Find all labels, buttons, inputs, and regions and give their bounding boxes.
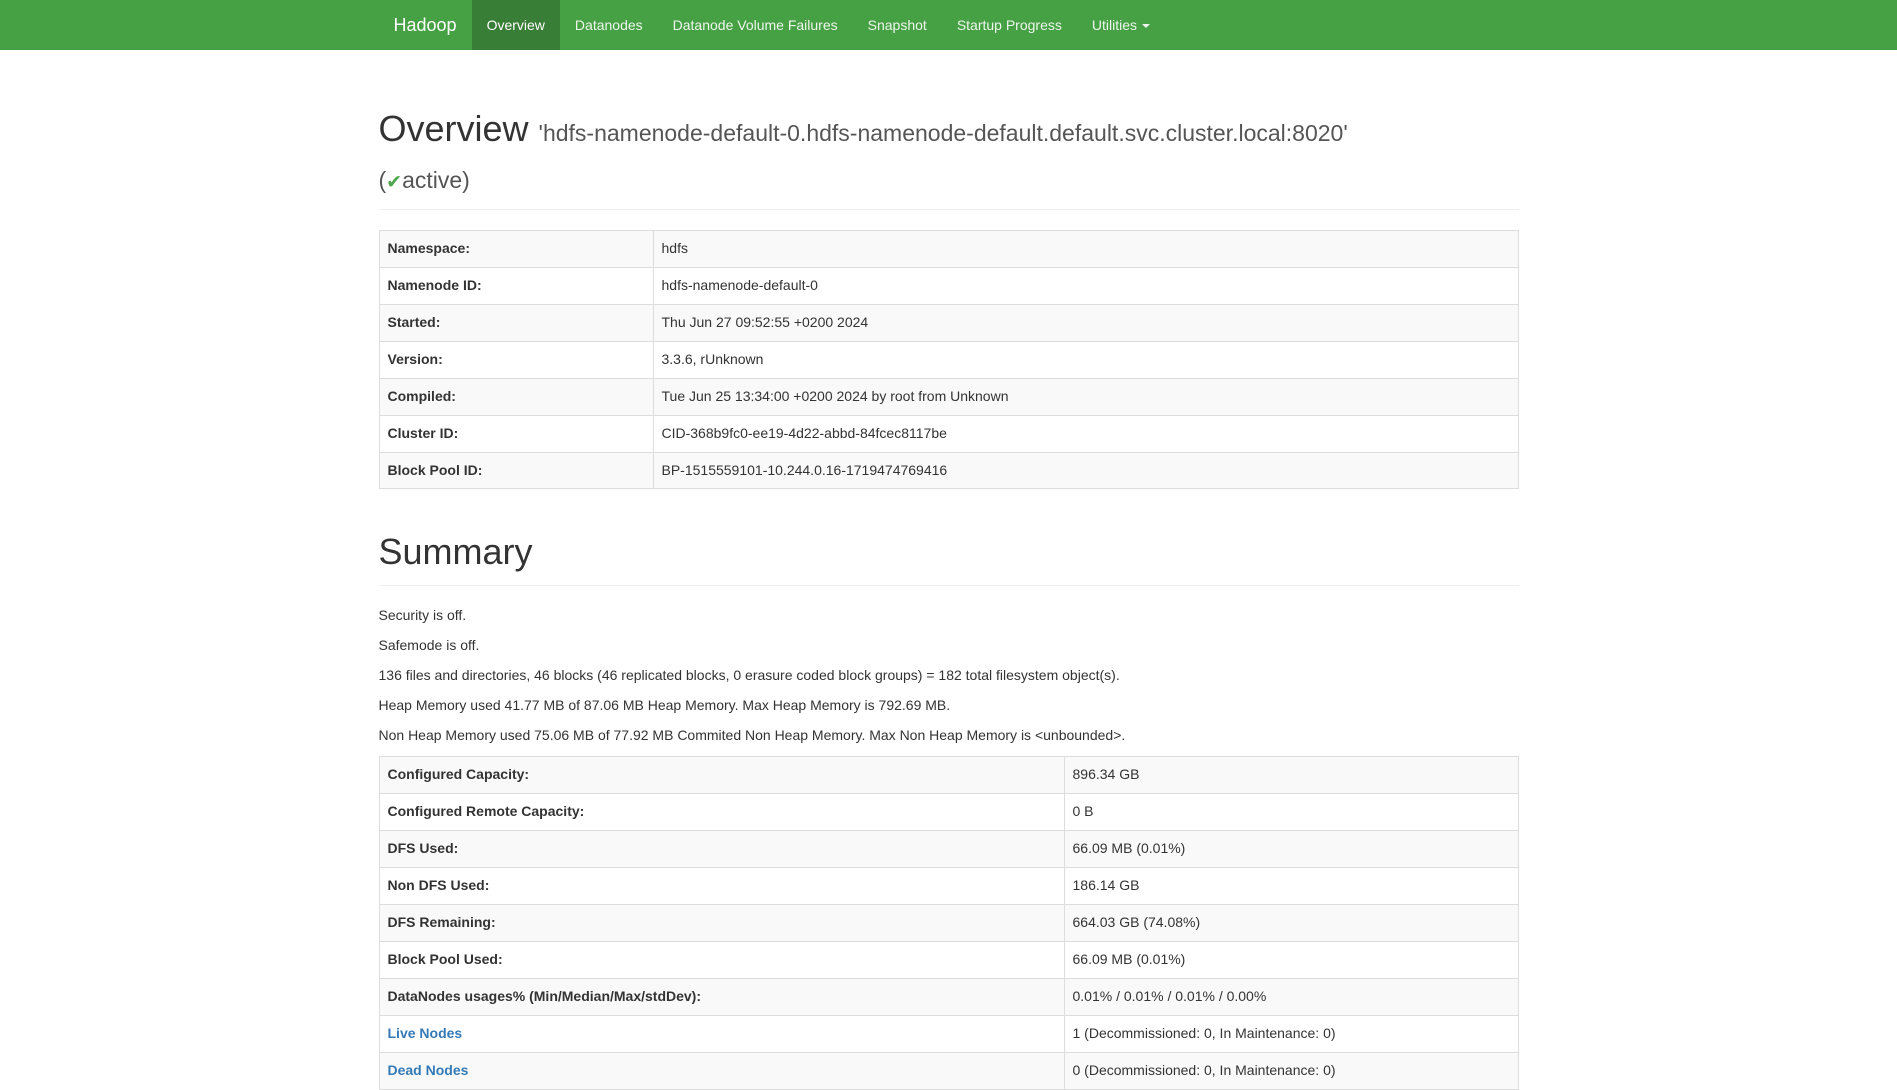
row-label: Configured Remote Capacity: (379, 794, 1064, 831)
table-row: DataNodes usages% (Min/Median/Max/stdDev… (379, 979, 1518, 1016)
namenode-address: 'hdfs-namenode-default-0.hdfs-namenode-d… (539, 120, 1348, 146)
row-label: Configured Capacity: (379, 757, 1064, 794)
page-title-text: Overview (379, 108, 529, 149)
row-value: 1 (Decommissioned: 0, In Maintenance: 0) (1064, 1016, 1518, 1053)
overview-page-header: Overview 'hdfs-namenode-default-0.hdfs-n… (379, 106, 1519, 210)
table-row: Block Pool Used: 66.09 MB (0.01%) (379, 942, 1518, 979)
summary-table: Configured Capacity: 896.34 GB Configure… (379, 756, 1519, 1090)
row-label: Namenode ID: (379, 267, 653, 304)
row-label: Non DFS Used: (379, 868, 1064, 905)
row-value: hdfs (653, 230, 1518, 267)
nav-item-utilities-label: Utilities (1092, 17, 1137, 33)
namenode-info-table: Namespace: hdfs Namenode ID: hdfs-nameno… (379, 230, 1519, 490)
table-row: Namespace: hdfs (379, 230, 1518, 267)
check-icon: ✔ (386, 172, 402, 193)
row-value: 66.09 MB (0.01%) (1064, 942, 1518, 979)
table-row: Compiled: Tue Jun 25 13:34:00 +0200 2024… (379, 378, 1518, 415)
row-label: Started: (379, 304, 653, 341)
nav-item-overview-wrap: Overview (472, 0, 560, 50)
nav-item-datanode-volume-failures-wrap: Datanode Volume Failures (658, 0, 853, 50)
row-label: Block Pool Used: (379, 942, 1064, 979)
nav-item-overview[interactable]: Overview (472, 0, 560, 50)
dead-nodes-link[interactable]: Dead Nodes (388, 1062, 469, 1078)
row-value: Tue Jun 25 13:34:00 +0200 2024 by root f… (653, 378, 1518, 415)
table-row: Dead Nodes 0 (Decommissioned: 0, In Main… (379, 1053, 1518, 1090)
summary-title: Summary (379, 529, 1519, 576)
caret-down-icon (1142, 24, 1150, 28)
row-value: 186.14 GB (1064, 868, 1518, 905)
row-label: DFS Used: (379, 831, 1064, 868)
namenode-status: (✔active) (379, 167, 470, 193)
table-row: Configured Remote Capacity: 0 B (379, 794, 1518, 831)
row-value: hdfs-namenode-default-0 (653, 267, 1518, 304)
nav-item-utilities-dropdown[interactable]: Utilities (1077, 0, 1165, 50)
row-label: Namespace: (379, 230, 653, 267)
row-value: CID-368b9fc0-ee19-4d22-abbd-84fcec8117be (653, 415, 1518, 452)
nav-item-datanode-volume-failures[interactable]: Datanode Volume Failures (658, 0, 853, 50)
nav-item-startup-progress[interactable]: Startup Progress (942, 0, 1077, 50)
main-content: Overview 'hdfs-namenode-default-0.hdfs-n… (364, 106, 1534, 1090)
row-value: 66.09 MB (0.01%) (1064, 831, 1518, 868)
nav-item-snapshot[interactable]: Snapshot (853, 0, 942, 50)
status-active-text: active) (402, 167, 470, 193)
filesystem-objects-text: 136 files and directories, 46 blocks (46… (379, 666, 1519, 686)
summary-page-header: Summary (379, 529, 1519, 586)
hadoop-brand[interactable]: Hadoop (379, 0, 472, 50)
nav-item-datanodes-wrap: Datanodes (560, 0, 658, 50)
nav-item-utilities-wrap: Utilities (1077, 0, 1165, 50)
table-row: DFS Remaining: 664.03 GB (74.08%) (379, 905, 1518, 942)
row-label: Version: (379, 341, 653, 378)
navbar-menu: Overview Datanodes Datanode Volume Failu… (472, 0, 1165, 50)
row-label: Cluster ID: (379, 415, 653, 452)
table-row: Configured Capacity: 896.34 GB (379, 757, 1518, 794)
table-row: Started: Thu Jun 27 09:52:55 +0200 2024 (379, 304, 1518, 341)
page-title: Overview 'hdfs-namenode-default-0.hdfs-n… (379, 106, 1519, 200)
nav-item-datanodes[interactable]: Datanodes (560, 0, 658, 50)
safemode-status-text: Safemode is off. (379, 636, 1519, 656)
row-value: Thu Jun 27 09:52:55 +0200 2024 (653, 304, 1518, 341)
row-value: 0 B (1064, 794, 1518, 831)
live-nodes-link[interactable]: Live Nodes (388, 1025, 463, 1041)
heap-memory-text: Heap Memory used 41.77 MB of 87.06 MB He… (379, 696, 1519, 716)
row-label: DataNodes usages% (Min/Median/Max/stdDev… (379, 979, 1064, 1016)
table-row: Live Nodes 1 (Decommissioned: 0, In Main… (379, 1016, 1518, 1053)
table-row: Cluster ID: CID-368b9fc0-ee19-4d22-abbd-… (379, 415, 1518, 452)
table-row: Version: 3.3.6, rUnknown (379, 341, 1518, 378)
table-row: DFS Used: 66.09 MB (0.01%) (379, 831, 1518, 868)
row-label: Block Pool ID: (379, 452, 653, 489)
non-heap-memory-text: Non Heap Memory used 75.06 MB of 77.92 M… (379, 726, 1519, 746)
table-row: Block Pool ID: BP-1515559101-10.244.0.16… (379, 452, 1518, 489)
row-value: 0.01% / 0.01% / 0.01% / 0.00% (1064, 979, 1518, 1016)
nav-item-snapshot-wrap: Snapshot (853, 0, 942, 50)
navbar-container: Hadoop Overview Datanodes Datanode Volum… (364, 0, 1534, 50)
row-label: Live Nodes (379, 1016, 1064, 1053)
security-status-text: Security is off. (379, 606, 1519, 626)
table-row: Namenode ID: hdfs-namenode-default-0 (379, 267, 1518, 304)
row-label: Compiled: (379, 378, 653, 415)
top-navbar: Hadoop Overview Datanodes Datanode Volum… (0, 0, 1897, 50)
row-value: 664.03 GB (74.08%) (1064, 905, 1518, 942)
row-value: 0 (Decommissioned: 0, In Maintenance: 0) (1064, 1053, 1518, 1090)
row-value: 3.3.6, rUnknown (653, 341, 1518, 378)
row-label: Dead Nodes (379, 1053, 1064, 1090)
row-value: BP-1515559101-10.244.0.16-1719474769416 (653, 452, 1518, 489)
row-label: DFS Remaining: (379, 905, 1064, 942)
table-row: Non DFS Used: 186.14 GB (379, 868, 1518, 905)
row-value: 896.34 GB (1064, 757, 1518, 794)
nav-item-startup-progress-wrap: Startup Progress (942, 0, 1077, 50)
